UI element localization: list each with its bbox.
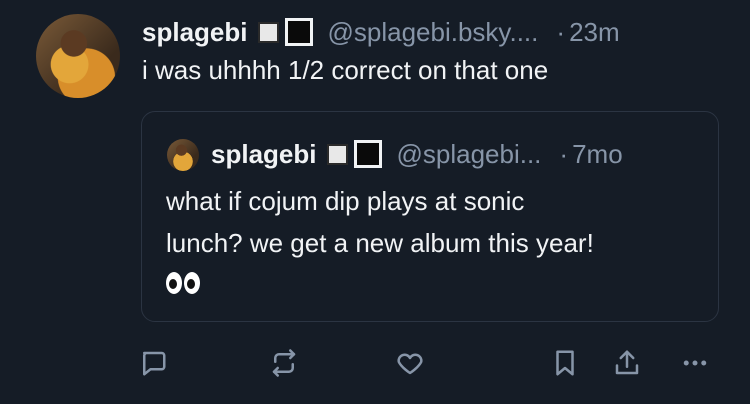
black-square-emoji bbox=[285, 18, 314, 46]
more-icon bbox=[683, 360, 707, 366]
repost-icon bbox=[272, 349, 296, 377]
share-icon bbox=[615, 350, 639, 375]
eyes-emoji bbox=[166, 272, 200, 294]
like-icon bbox=[397, 353, 423, 375]
eye-left bbox=[166, 272, 182, 294]
post-header: splagebi @splagebi.bsky.... · 23m bbox=[142, 12, 726, 52]
quoted-author-name: splagebi bbox=[211, 138, 317, 169]
quoted-author-handle: @splagebi... bbox=[396, 138, 542, 169]
quoted-post[interactable]: splagebi @splagebi... · 7mo what if coju… bbox=[141, 111, 719, 322]
quoted-text-line: what if cojum dip plays at sonic bbox=[166, 186, 525, 216]
quoted-post-time: 7mo bbox=[572, 138, 623, 169]
time-separator: · bbox=[556, 16, 566, 47]
eye-right bbox=[184, 272, 200, 294]
share-button[interactable] bbox=[610, 346, 644, 380]
quoted-post-text: what if cojum dip plays at sonic lunch? … bbox=[166, 180, 706, 306]
avatar[interactable] bbox=[36, 14, 120, 98]
more-button[interactable] bbox=[678, 346, 712, 380]
quoted-text-line: lunch? we get a new album this year! bbox=[166, 228, 594, 258]
white-square-emoji bbox=[258, 21, 280, 43]
like-button[interactable] bbox=[393, 346, 427, 380]
author-handle[interactable]: @splagebi.bsky.... bbox=[327, 17, 538, 48]
post-text: i was uhhhh 1/2 correct on that one bbox=[142, 55, 549, 85]
bookmark-button[interactable] bbox=[548, 346, 582, 380]
author-name[interactable]: splagebi bbox=[142, 17, 247, 48]
time-separator: · bbox=[559, 138, 569, 169]
quoted-avatar bbox=[167, 139, 199, 171]
bookmark-icon bbox=[556, 350, 574, 376]
quoted-post-header: splagebi @splagebi... · 7mo bbox=[211, 134, 700, 174]
white-square-emoji bbox=[327, 143, 349, 165]
black-square-emoji bbox=[354, 140, 383, 168]
repost-button[interactable] bbox=[267, 346, 301, 380]
post-time[interactable]: 23m bbox=[569, 17, 620, 48]
reply-button[interactable] bbox=[136, 346, 170, 380]
reply-icon bbox=[143, 351, 166, 376]
post-actions bbox=[0, 340, 750, 386]
